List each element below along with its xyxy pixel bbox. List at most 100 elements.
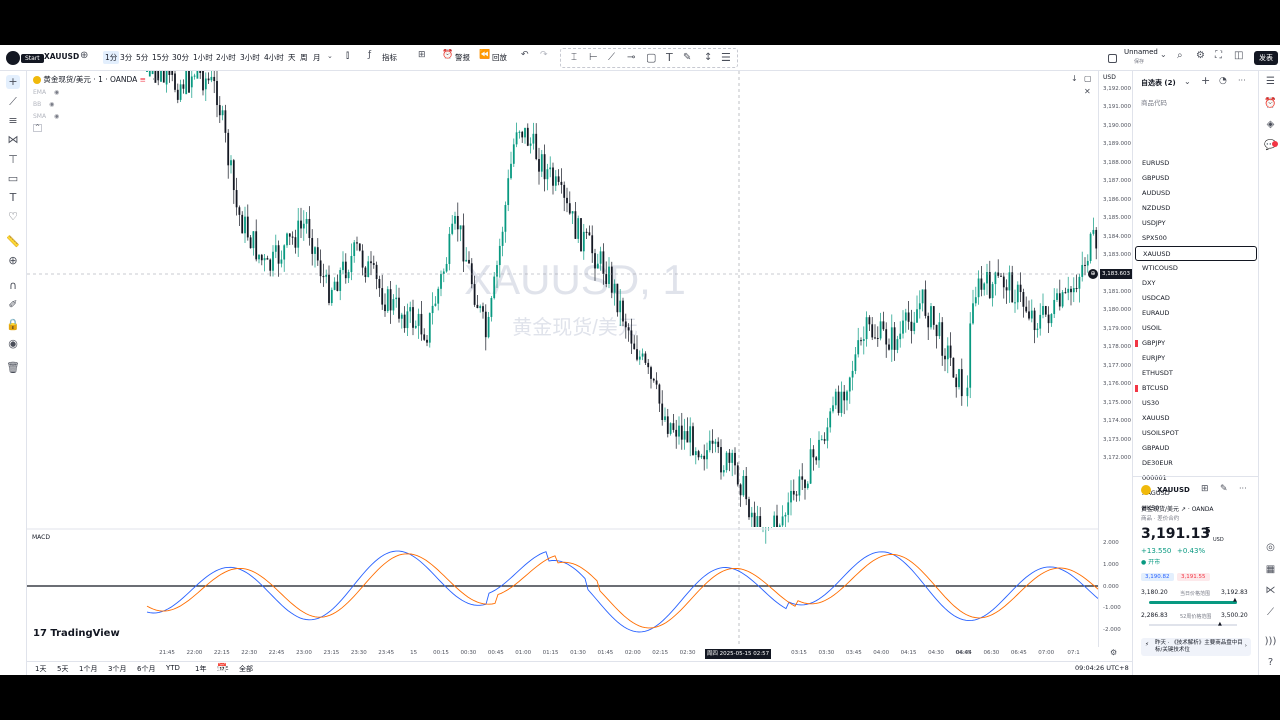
crosshair-icon[interactable]: + (6, 75, 20, 89)
interval-button[interactable]: 30分 (172, 52, 189, 63)
replay-icon[interactable]: ⏪ (479, 50, 490, 60)
layout-name[interactable]: Unnamed (1124, 48, 1158, 56)
watchlist-title[interactable]: 自选表 (2) (1141, 78, 1176, 88)
lock-icon[interactable]: 🔒 (6, 318, 20, 332)
interval-button[interactable]: 3小时 (240, 52, 260, 63)
interval-button[interactable]: 天 (288, 52, 296, 63)
user-avatar[interactable] (6, 51, 20, 65)
watchlist-row[interactable]: XAUUSD (1135, 411, 1257, 426)
details-symbol[interactable]: XAUUSD (1157, 486, 1190, 494)
interval-button[interactable]: 月 (313, 52, 321, 63)
eye-icon[interactable]: ◉ (52, 113, 59, 120)
maximize-pane-icon[interactable]: ▢ (1084, 74, 1092, 83)
chevron-down-icon[interactable]: ⌄ (327, 52, 333, 60)
watchlist-row[interactable]: GBPJPY (1135, 336, 1257, 351)
magnet-icon[interactable]: ∩ (6, 279, 20, 293)
range-button[interactable]: YTD (166, 664, 180, 672)
interval-button[interactable]: 1小时 (193, 52, 213, 63)
redo-icon[interactable]: ↷ (540, 50, 548, 60)
watchlist-row[interactable]: BTCUSD (1135, 381, 1257, 396)
watchlist-row[interactable]: USDCAD (1135, 291, 1257, 306)
chart-line-icon[interactable]: ⟋ (1264, 606, 1277, 619)
interval-button[interactable]: 周 (300, 52, 308, 63)
eye-icon[interactable]: ◉ (6, 337, 20, 351)
calendar-icon[interactable]: ▦ (1264, 563, 1277, 576)
settings-icon[interactable]: ⚙ (1196, 50, 1205, 61)
advanced-view-icon[interactable]: ◔ (1219, 76, 1227, 86)
indicator-row[interactable]: SMA ◉ (33, 111, 160, 123)
watchlist-icon[interactable]: ☰ (1264, 75, 1277, 88)
watchlist-row[interactable]: USOIL (1135, 321, 1257, 336)
price-chart-canvas[interactable]: XAUUSD, 1 黄金现货/美元 MACD (27, 71, 1098, 647)
scroll-down-icon[interactable]: ↓ (1071, 74, 1078, 83)
text-icon[interactable]: T (666, 51, 673, 64)
watchlist-row[interactable]: WTICOUSD (1135, 261, 1257, 276)
eye-icon[interactable]: ◉ (47, 101, 54, 108)
layers-icon[interactable]: ◈ (1264, 118, 1277, 131)
pattern-icon[interactable]: ⋈ (6, 133, 20, 147)
chevron-down-icon[interactable]: ⌄ (1160, 50, 1167, 59)
pattern-icon[interactable]: ⋉ (1264, 584, 1277, 597)
watchlist-row[interactable]: AUDUSD (1135, 186, 1257, 201)
menu-icon[interactable]: ☰ (721, 51, 731, 64)
settings-icon[interactable]: ⚙ (1110, 648, 1117, 657)
trend-line-icon[interactable]: ⟋ (6, 95, 20, 109)
more-icon[interactable]: ··· (1239, 484, 1247, 493)
text-cursor-icon[interactable]: ⌶ (571, 52, 577, 63)
chart-pane[interactable]: XAUUSD, 1 黄金现货/美元 MACD 17 TradingView ↓ … (27, 71, 1098, 647)
replay-button[interactable]: 回放 (492, 52, 507, 63)
add-symbol-icon[interactable]: ⊕ (80, 50, 88, 61)
publish-button[interactable]: 发表 (1254, 51, 1278, 65)
lock-drawing-icon[interactable]: ✐ (6, 298, 20, 312)
indicator-row[interactable]: EMA ◉ (33, 87, 160, 99)
symbol-search-button[interactable]: XAUUSD (44, 52, 79, 61)
legend-more-icon[interactable]: ··· (152, 75, 159, 84)
target-icon[interactable]: ◎ (1264, 541, 1277, 554)
watchlist-row[interactable]: DXY (1135, 276, 1257, 291)
shapes-icon[interactable]: ▭ (6, 172, 20, 186)
legend-title[interactable]: 黄金现货/美元 · 1 · OANDA (43, 75, 137, 84)
time-axis[interactable]: 21:45 22:00 22:15 22:30 22:45 23:00 23:15 23:30… (27, 647, 1117, 661)
horizontal-line-icon[interactable]: ⊸ (627, 52, 635, 63)
range-button[interactable]: 1天 (35, 664, 46, 674)
currency-label[interactable]: USD (1103, 74, 1116, 81)
watchlist-row[interactable]: EURUSD (1135, 156, 1257, 171)
range-button[interactable]: 3个月 (108, 664, 126, 674)
search-icon[interactable]: ⌕ (1177, 50, 1183, 61)
alert-button[interactable]: 警报 (455, 52, 470, 63)
price-axis[interactable]: USD 3,192.000 3,191.000 3,190.000 3,189.000… (1088, 71, 1132, 647)
interval-button[interactable]: 4小时 (264, 52, 284, 63)
indicator-row[interactable]: BB ◉ (33, 99, 160, 111)
zoom-icon[interactable]: ⊕ (6, 254, 20, 268)
watchlist-row[interactable]: SPX500 (1135, 231, 1257, 246)
ray-icon[interactable]: ⊢ (589, 52, 598, 63)
close-pane-icon[interactable]: ✕ (1084, 87, 1091, 96)
alert-icon[interactable]: ⏰ (442, 50, 453, 60)
clock[interactable]: 09:04:26 UTC+8 (1075, 664, 1129, 672)
range-button[interactable]: 1个月 (79, 664, 97, 674)
range-button[interactable]: 6个月 (137, 664, 155, 674)
interval-button[interactable]: 2小时 (216, 52, 236, 63)
tradingview-logo[interactable]: 17 TradingView (33, 628, 120, 639)
brush-icon[interactable]: ✎ (683, 52, 691, 63)
date-range-icon[interactable]: 📅 (217, 663, 227, 672)
camera-icon[interactable]: ◫ (1234, 50, 1243, 61)
rectangle-icon[interactable]: ▢ (646, 51, 656, 64)
news-item[interactable]: ⚡ 昨天 · 《技术解析》主要商品盘中目标/关键技术位 › (1141, 638, 1251, 656)
watchlist-row[interactable]: US30 (1135, 396, 1257, 411)
layout-save-label[interactable]: 保存 (1134, 58, 1144, 65)
broadcast-icon[interactable]: ))) (1264, 635, 1277, 648)
watchlist-row[interactable]: EURAUD (1135, 306, 1257, 321)
watchlist-row[interactable]: DE30EUR (1135, 456, 1257, 471)
templates-icon[interactable]: ⊞ (418, 50, 426, 60)
projection-icon[interactable]: ⊤ (6, 153, 20, 167)
help-icon[interactable]: ? (1264, 656, 1277, 669)
watchlist-row[interactable]: USOILSPOT (1135, 426, 1257, 441)
range-button[interactable]: 全部 (239, 664, 253, 674)
text-icon[interactable]: T (6, 191, 20, 205)
alerts-icon[interactable]: ⏰ (1264, 97, 1277, 110)
collapse-legend-icon[interactable]: ^ (33, 124, 42, 132)
eye-icon[interactable]: ◉ (52, 89, 59, 96)
fib-icon[interactable]: ≡ (6, 114, 20, 128)
range-button[interactable]: 1年 (195, 664, 206, 674)
